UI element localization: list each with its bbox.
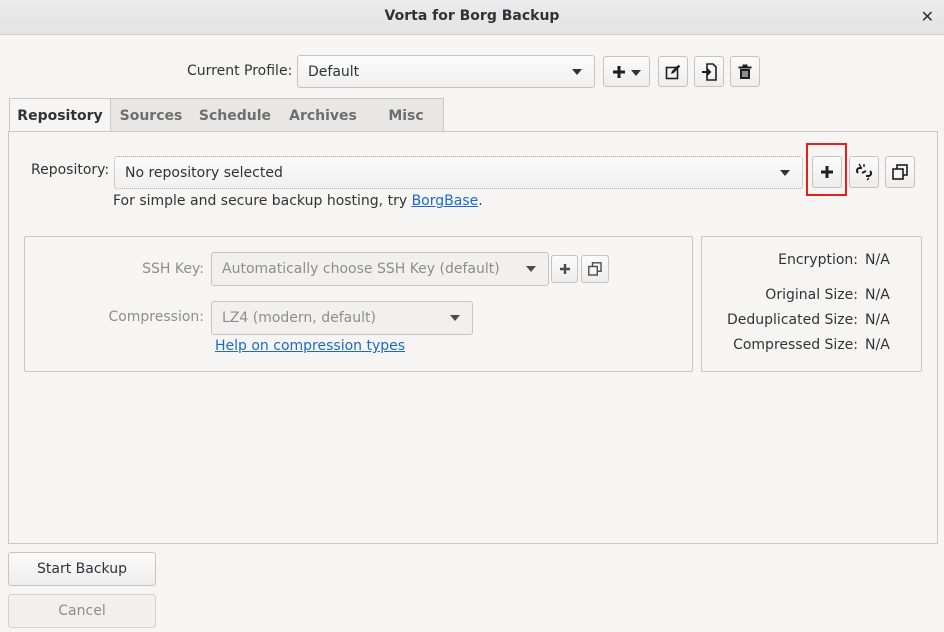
start-backup-button[interactable]: Start Backup bbox=[8, 552, 156, 586]
tab-repository[interactable]: Repository bbox=[10, 99, 111, 133]
hint-text: For simple and secure backup hosting, tr… bbox=[113, 193, 412, 209]
add-repository-button[interactable] bbox=[812, 156, 842, 188]
current-profile-label: Current Profile: bbox=[187, 63, 293, 79]
deduplicated-size-value: N/A bbox=[865, 312, 890, 328]
import-profile-button[interactable] bbox=[694, 56, 724, 87]
import-icon bbox=[702, 62, 717, 81]
window-title: Vorta for Borg Backup bbox=[384, 8, 560, 24]
hint-suffix: . bbox=[478, 193, 483, 209]
chevron-down-icon bbox=[631, 70, 641, 76]
encryption-value: N/A bbox=[865, 252, 890, 268]
compression-label: Compression: bbox=[108, 309, 204, 325]
tab-misc[interactable]: Misc bbox=[367, 99, 445, 132]
plus-icon bbox=[821, 166, 833, 178]
encryption-label: Encryption: bbox=[778, 252, 858, 268]
original-size-label: Original Size: bbox=[765, 287, 858, 303]
tab-schedule[interactable]: Schedule bbox=[191, 99, 279, 132]
copy-icon bbox=[892, 164, 908, 180]
ssh-key-select[interactable]: Automatically choose SSH Key (default) bbox=[211, 252, 549, 286]
compressed-size-label: Compressed Size: bbox=[733, 337, 858, 353]
plus-icon bbox=[613, 65, 625, 78]
repository-label: Repository: bbox=[31, 162, 110, 178]
close-icon[interactable]: ✕ bbox=[921, 7, 934, 26]
ssh-key-label: SSH Key: bbox=[142, 261, 204, 277]
delete-profile-button[interactable] bbox=[730, 56, 760, 87]
tab-bar: Repository Sources Schedule Archives Mis… bbox=[9, 98, 445, 133]
original-size-value: N/A bbox=[865, 287, 890, 303]
repository-selected-value: No repository selected bbox=[125, 164, 283, 181]
compression-help-link[interactable]: Help on compression types bbox=[215, 338, 405, 354]
copy-icon bbox=[588, 262, 602, 276]
chevron-down-icon bbox=[572, 68, 582, 75]
unlink-icon bbox=[855, 163, 873, 181]
chevron-down-icon bbox=[780, 169, 790, 176]
profile-select[interactable]: Default bbox=[297, 55, 595, 88]
ssh-key-selected-value: Automatically choose SSH Key (default) bbox=[222, 261, 500, 277]
borgbase-link[interactable]: BorgBase bbox=[412, 193, 479, 209]
repository-select[interactable]: No repository selected bbox=[114, 156, 803, 189]
compression-select[interactable]: LZ4 (modern, default) bbox=[211, 301, 473, 335]
add-ssh-key-button[interactable] bbox=[551, 255, 578, 283]
copy-repository-button[interactable] bbox=[885, 156, 915, 188]
copy-ssh-key-button[interactable] bbox=[581, 255, 609, 283]
edit-profile-button[interactable] bbox=[658, 56, 688, 87]
profile-selected-value: Default bbox=[308, 63, 360, 80]
tab-archives[interactable]: Archives bbox=[279, 99, 367, 132]
deduplicated-size-label: Deduplicated Size: bbox=[727, 312, 858, 328]
plus-icon bbox=[559, 264, 570, 274]
add-profile-button[interactable] bbox=[603, 56, 650, 87]
borgbase-hint: For simple and secure backup hosting, tr… bbox=[113, 193, 483, 209]
compressed-size-value: N/A bbox=[865, 337, 890, 353]
compression-selected-value: LZ4 (modern, default) bbox=[222, 310, 376, 326]
cancel-button[interactable]: Cancel bbox=[8, 594, 156, 628]
chevron-down-icon bbox=[526, 266, 536, 272]
chevron-down-icon bbox=[450, 315, 460, 321]
unlink-repository-button[interactable] bbox=[849, 156, 879, 188]
trash-icon bbox=[738, 64, 752, 79]
tab-sources[interactable]: Sources bbox=[111, 99, 191, 132]
edit-icon bbox=[665, 64, 681, 79]
title-bar: Vorta for Borg Backup ✕ bbox=[0, 0, 944, 35]
